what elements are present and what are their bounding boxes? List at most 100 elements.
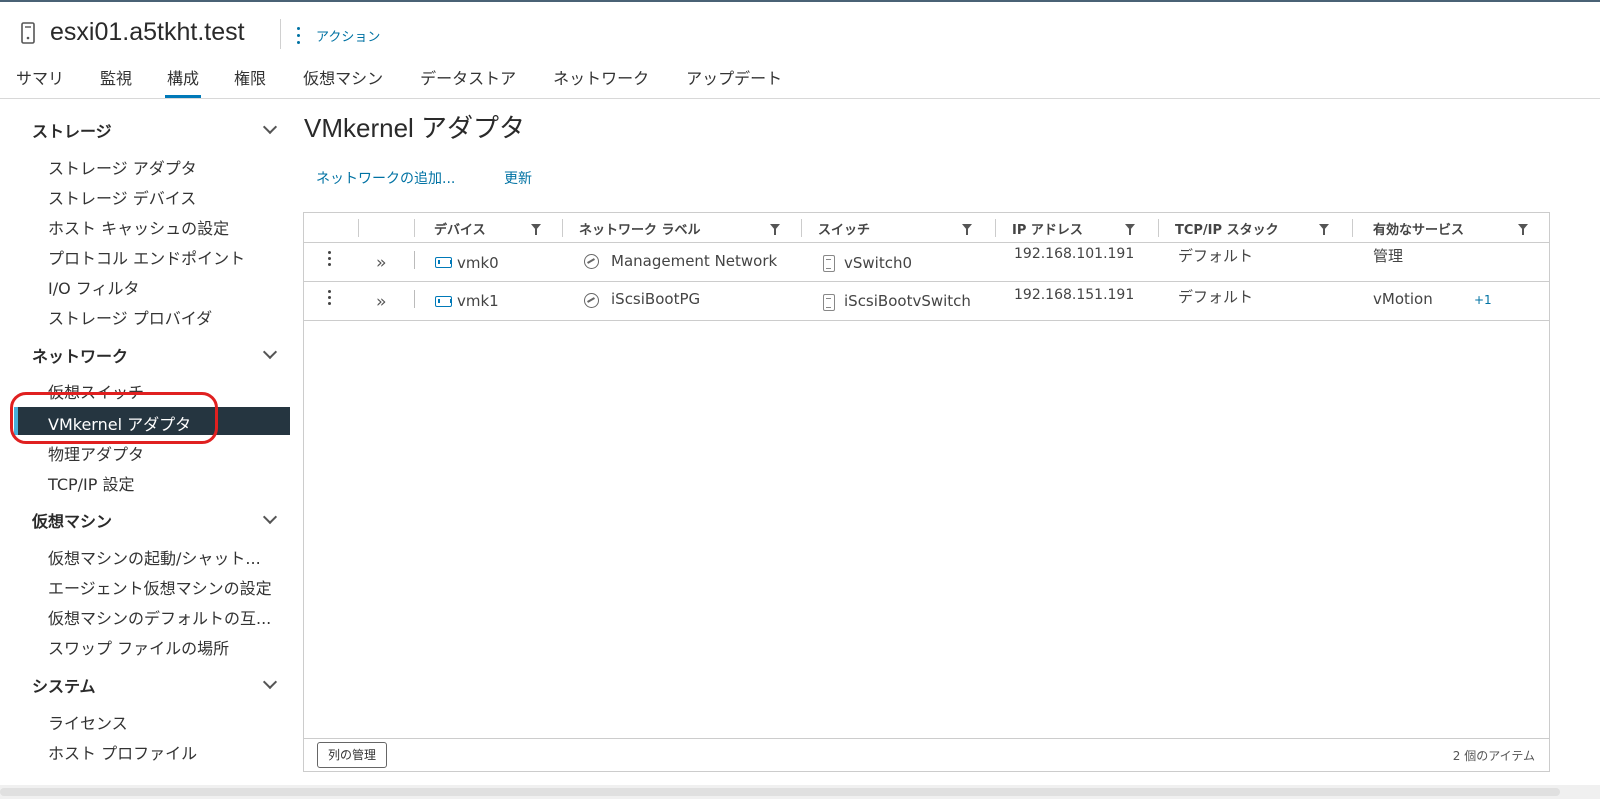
sidebar-item-host-profile[interactable]: ホスト プロファイル (14, 736, 290, 764)
vmkernel-adapters-grid: デバイス ネットワーク ラベル スイッチ IP アドレス TCP/IP スタック… (303, 212, 1550, 772)
ip-cell: 192.168.151.191 (1014, 287, 1135, 303)
tcpip-stack-cell: デフォルト (1178, 288, 1254, 306)
sidebar-item-label: エージェント仮想マシンの設定 (48, 579, 272, 598)
tab-networks[interactable]: ネットワーク (553, 60, 649, 98)
tab-datastores[interactable]: データストア (420, 60, 516, 98)
filter-icon[interactable] (531, 224, 541, 235)
column-header-device[interactable]: デバイス (416, 213, 562, 242)
tcpip-stack-cell: デフォルト (1178, 247, 1254, 265)
item-count: 2 個のアイテム (1452, 749, 1535, 763)
group-header-vms[interactable]: 仮想マシン (30, 506, 285, 532)
group-header-network[interactable]: ネットワーク (30, 341, 285, 367)
column-header-tcpip-stack[interactable]: TCP/IP スタック (1159, 213, 1352, 242)
expand-row-icon[interactable]: ›› (376, 253, 386, 273)
sidebar-item-storage-devices[interactable]: ストレージ デバイス (14, 181, 290, 209)
filter-icon[interactable] (962, 224, 972, 235)
column-header-label: ネットワーク ラベル (579, 223, 701, 238)
actions-label: アクション (316, 29, 381, 45)
sidebar-item-protocol-endpoints[interactable]: プロトコル エンドポイント (14, 241, 290, 269)
row-divider (414, 290, 415, 308)
chevron-down-icon (262, 509, 278, 525)
add-network-button[interactable]: ネットワークの追加... (316, 168, 455, 188)
sidebar-item-storage-adapters[interactable]: ストレージ アダプタ (14, 151, 290, 179)
manage-columns-button[interactable]: 列の管理 (317, 742, 388, 768)
device-cell[interactable]: vmk1 (457, 292, 499, 310)
sidebar-item-label: ホスト プロファイル (48, 744, 198, 763)
sidebar-item-physical-adapters[interactable]: 物理アダプタ (14, 437, 290, 465)
sidebar-item-default-vm-compat[interactable]: 仮想マシンのデフォルトの互... (14, 601, 290, 629)
row-actions-icon[interactable] (328, 290, 332, 308)
group-label: ネットワーク (32, 347, 129, 366)
refresh-button[interactable]: 更新 (504, 168, 532, 188)
network-label-cell[interactable]: Management Network (611, 252, 777, 270)
actions-menu-button[interactable]: アクション (296, 24, 380, 46)
tab-permissions[interactable]: 権限 (234, 60, 266, 98)
table-row[interactable]: ›› vmk1 iScsiBootPG iScsiBootvSwitch 192… (304, 282, 1549, 321)
sidebar-item-tcpip-config[interactable]: TCP/IP 設定 (14, 467, 290, 495)
expand-row-icon[interactable]: ›› (376, 292, 386, 312)
column-header-label: 有効なサービス (1373, 223, 1465, 238)
tab-configure[interactable]: 構成 (165, 60, 202, 98)
sidebar-item-label: 仮想マシンの起動/シャット... (48, 549, 261, 568)
column-header-switch[interactable]: スイッチ (802, 213, 995, 242)
group-header-system[interactable]: システム (30, 671, 285, 697)
grid-header: デバイス ネットワーク ラベル スイッチ IP アドレス TCP/IP スタック… (304, 213, 1549, 243)
page-title: VMkernel アダプタ (304, 113, 526, 143)
services-cell: vMotion (1373, 290, 1433, 308)
chevron-down-icon (262, 119, 278, 135)
horizontal-scrollbar[interactable] (0, 785, 1600, 799)
host-title: esxi01.a5tkht.test (50, 18, 245, 46)
scrollbar-thumb[interactable] (0, 788, 1560, 796)
switch-cell[interactable]: iScsiBootvSwitch (844, 292, 971, 310)
table-row[interactable]: ›› vmk0 Management Network vSwitch0 192.… (304, 243, 1549, 282)
sidebar-item-host-cache[interactable]: ホスト キャッシュの設定 (14, 211, 290, 239)
row-actions-icon[interactable] (328, 251, 332, 269)
sidebar-item-vm-startup[interactable]: 仮想マシンの起動/シャット... (14, 541, 290, 569)
sidebar-item-storage-providers[interactable]: ストレージ プロバイダ (14, 301, 290, 329)
chevron-down-icon (262, 344, 278, 360)
group-label: システム (32, 677, 96, 696)
tab-monitor[interactable]: 監視 (100, 60, 132, 98)
tab-summary[interactable]: サマリ (16, 60, 64, 98)
sidebar-item-label: ライセンス (48, 714, 128, 733)
ip-cell: 192.168.101.191 (1014, 246, 1135, 262)
sidebar-item-label: 仮想スイッチ (48, 383, 145, 402)
sidebar-item-label: ホスト キャッシュの設定 (48, 219, 230, 238)
filter-icon[interactable] (1125, 224, 1135, 235)
vertical-ellipsis-icon (296, 26, 300, 44)
services-cell: 管理 (1373, 247, 1404, 265)
more-services-badge[interactable]: +1 (1474, 293, 1492, 307)
sidebar-item-io-filters[interactable]: I/O フィルタ (14, 271, 290, 299)
column-header-ip[interactable]: IP アドレス (996, 213, 1158, 242)
sidebar-item-label: TCP/IP 設定 (48, 475, 135, 494)
column-header-services[interactable]: 有効なサービス (1353, 213, 1549, 242)
sidebar-item-label: プロトコル エンドポイント (48, 249, 246, 268)
sidebar-item-label: ストレージ アダプタ (48, 159, 197, 178)
filter-icon[interactable] (770, 224, 780, 235)
column-header-network-label[interactable]: ネットワーク ラベル (563, 213, 801, 242)
group-header-storage[interactable]: ストレージ (30, 116, 285, 142)
object-header: esxi01.a5tkht.test アクション サマリ 監視 構成 権限 仮想… (0, 2, 1600, 99)
tab-vms[interactable]: 仮想マシン (303, 60, 383, 98)
title-divider (280, 19, 281, 49)
sidebar-item-label: 仮想マシンのデフォルトの互... (48, 609, 272, 628)
network-label-cell[interactable]: iScsiBootPG (611, 290, 700, 308)
tab-updates[interactable]: アップデート (686, 60, 782, 98)
column-header-label: デバイス (434, 223, 486, 238)
grid-footer: 列の管理 2 個のアイテム (304, 738, 1549, 771)
sidebar-item-vmkernel-adapters[interactable]: VMkernel アダプタ (14, 407, 290, 435)
sidebar-item-virtual-switches[interactable]: 仮想スイッチ (14, 375, 290, 403)
sidebar-item-label: ストレージ デバイス (48, 189, 197, 208)
sidebar-item-label: スワップ ファイルの場所 (48, 639, 230, 658)
switch-icon (823, 294, 835, 311)
sidebar-item-licensing[interactable]: ライセンス (14, 706, 290, 734)
sidebar-item-swap-file-location[interactable]: スワップ ファイルの場所 (14, 631, 290, 659)
sidebar-item-agent-vm-settings[interactable]: エージェント仮想マシンの設定 (14, 571, 290, 599)
filter-icon[interactable] (1319, 224, 1329, 235)
filter-icon[interactable] (1518, 224, 1528, 235)
device-cell[interactable]: vmk0 (457, 254, 499, 272)
switch-cell[interactable]: vSwitch0 (844, 254, 912, 272)
sidebar-item-label: I/O フィルタ (48, 279, 140, 298)
sidebar-item-label: ストレージ プロバイダ (48, 309, 213, 328)
network-icon (584, 293, 599, 308)
